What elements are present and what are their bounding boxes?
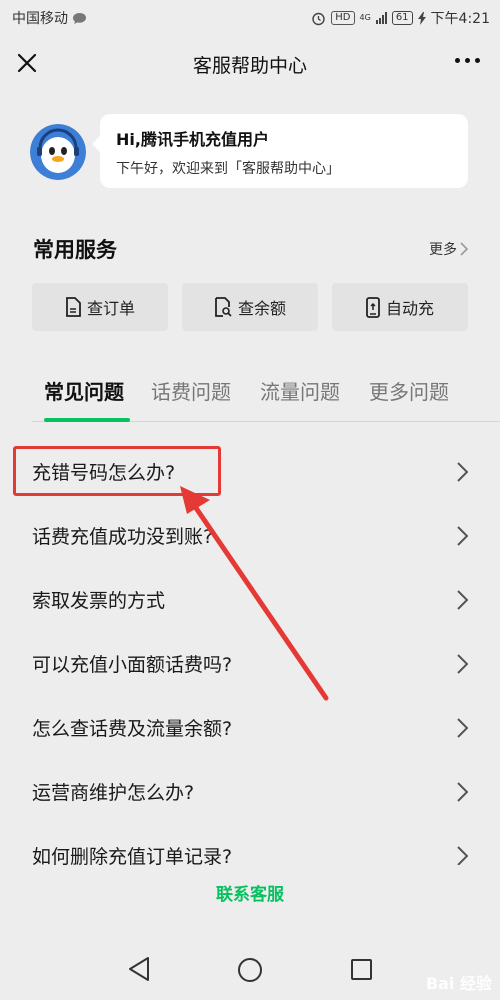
chevron-right-icon [460, 242, 468, 256]
chevron-right-icon [457, 526, 468, 546]
faq-item[interactable]: 如何删除充值订单记录? [0, 824, 500, 865]
battery-level: 61 [395, 12, 409, 23]
title-bar: 客服帮助中心 [0, 36, 500, 92]
faq-item[interactable]: 运营商维护怎么办? [0, 760, 500, 824]
signal-icon [375, 12, 387, 24]
chevron-right-icon [457, 846, 468, 865]
active-tab-indicator [44, 418, 130, 422]
check-balance-label: 查余额 [237, 299, 286, 318]
check-balance-button[interactable]: 查余额 [182, 283, 318, 331]
penguin-mascot-icon [30, 124, 86, 180]
carrier-label: 中国移动 [12, 11, 68, 27]
annotation-highlight-box [13, 446, 221, 496]
tab-data-questions[interactable]: 流量问题 [260, 376, 340, 405]
check-order-button[interactable]: 查订单 [32, 283, 168, 331]
faq-item-label: 索取发票的方式 [32, 590, 166, 612]
page-title: 客服帮助中心 [192, 54, 307, 77]
phone-recharge-icon [366, 296, 380, 318]
back-triangle-icon[interactable] [128, 956, 150, 982]
faq-item[interactable]: 话费充值成功没到账? [0, 504, 500, 568]
battery-icon: 61 [391, 11, 413, 25]
chevron-right-icon [457, 718, 468, 738]
hd-badge: HD [331, 11, 355, 25]
auto-recharge-button[interactable]: 自动充 [332, 283, 468, 331]
faq-item[interactable]: 怎么查话费及流量余额? [0, 696, 500, 760]
message-icon [73, 12, 86, 24]
close-icon[interactable] [14, 50, 40, 76]
greeting-subtitle: 下午好，欢迎来到「客服帮助中心」 [116, 161, 340, 177]
faq-list: 充错号码怎么办? 话费充值成功没到账? 索取发票的方式 可以充值小面额话费吗? … [0, 440, 500, 865]
system-navigation-bar: Bai 经验 [0, 940, 500, 1000]
faq-item[interactable]: 索取发票的方式 [0, 568, 500, 632]
faq-item-label: 运营商维护怎么办? [32, 782, 195, 804]
charging-icon [417, 11, 426, 25]
tab-phone-bill-questions[interactable]: 话费问题 [151, 376, 231, 405]
services-more-label: 更多 [429, 242, 457, 258]
tab-more-questions[interactable]: 更多问题 [369, 376, 449, 405]
check-order-label: 查订单 [86, 299, 135, 318]
search-document-icon [215, 297, 232, 317]
recent-apps-square-icon[interactable] [351, 959, 372, 980]
home-circle-icon[interactable] [238, 958, 262, 982]
greeting-title: Hi,腾讯手机充值用户 [116, 130, 269, 149]
faq-item-label: 如何删除充值订单记录? [32, 846, 233, 865]
chevron-right-icon [457, 590, 468, 610]
chevron-right-icon [457, 782, 468, 802]
chevron-right-icon [457, 462, 468, 482]
greeting-section: Hi,腾讯手机充值用户 下午好，欢迎来到「客服帮助中心」 [30, 110, 470, 194]
greeting-bubble: Hi,腾讯手机充值用户 下午好，欢迎来到「客服帮助中心」 [92, 114, 468, 188]
faq-item-label: 怎么查话费及流量余额? [32, 718, 233, 740]
network-label: 4G [359, 13, 371, 22]
avatar [30, 124, 86, 180]
auto-recharge-label: 自动充 [385, 299, 434, 318]
status-bar: 中国移动 HD 4G 61 下午4:21 [0, 0, 500, 36]
faq-item-label: 可以充值小面额话费吗? [32, 654, 233, 676]
faq-item[interactable]: 可以充值小面额话费吗? [0, 632, 500, 696]
watermark: Bai 经验 [425, 974, 492, 993]
clock: 下午4:21 [430, 11, 490, 27]
service-buttons: 查订单 查余额 自动充 [32, 283, 500, 331]
faq-tabs: 常见问题 话费问题 流量问题 更多问题 [32, 370, 500, 422]
services-header: 常用服务 更多 [33, 232, 468, 268]
services-title: 常用服务 [33, 238, 117, 262]
contact-support-link[interactable]: 联系客服 [0, 880, 500, 905]
services-more-link[interactable]: 更多 [429, 239, 468, 259]
more-dots-icon[interactable] [455, 58, 480, 63]
faq-item-label: 话费充值成功没到账? [32, 526, 214, 548]
tab-common-questions[interactable]: 常见问题 [44, 376, 124, 405]
document-icon [66, 297, 81, 317]
alarm-icon [312, 12, 325, 25]
chevron-right-icon [457, 654, 468, 674]
